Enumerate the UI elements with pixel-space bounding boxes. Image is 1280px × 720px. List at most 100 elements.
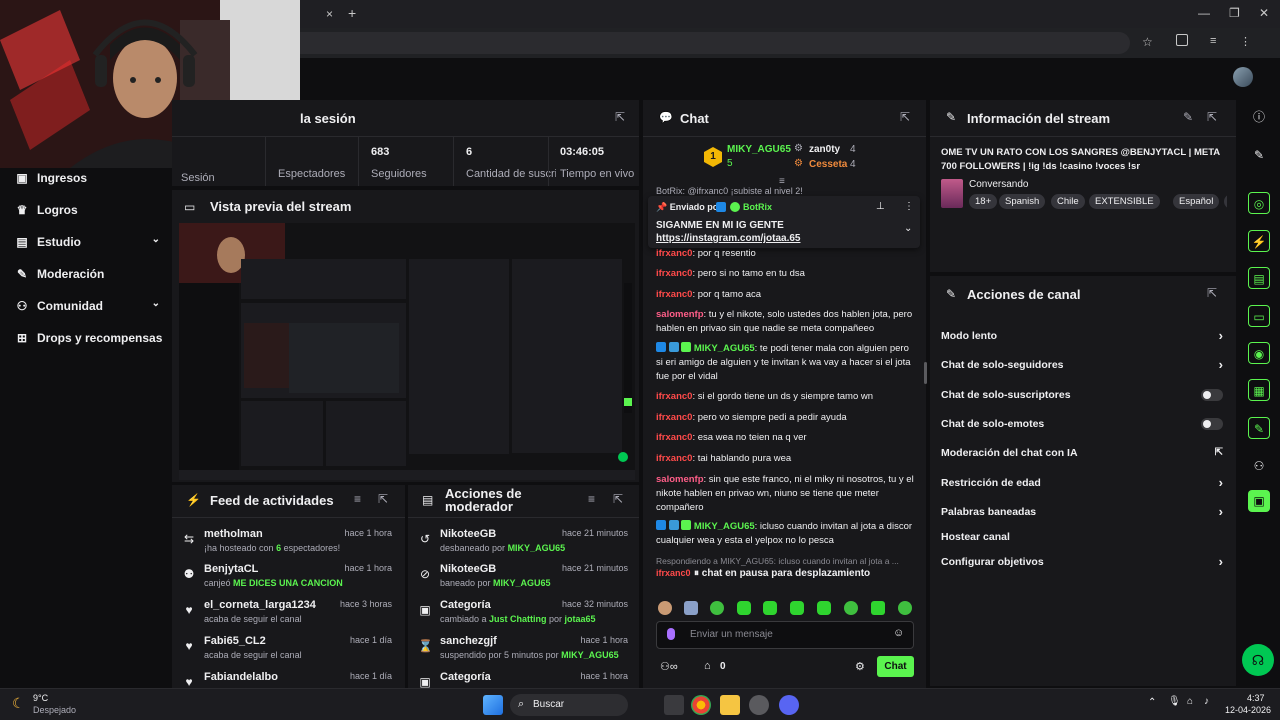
- new-tab-button[interactable]: +: [348, 5, 356, 21]
- taskbar-search[interactable]: ⌕ Buscar: [510, 694, 628, 716]
- emote-icon[interactable]: [817, 601, 831, 615]
- emote-icon[interactable]: [710, 601, 724, 615]
- extensions-icon[interactable]: [1176, 34, 1188, 46]
- sidebar-item-ingresos[interactable]: ▣ Ingresos: [14, 168, 87, 188]
- popout-icon[interactable]: ⇱: [1207, 286, 1217, 300]
- action-emote-only[interactable]: Chat de solo-emotes: [941, 415, 1223, 435]
- popout-icon[interactable]: ⇱: [613, 492, 623, 506]
- community-icon[interactable]: ⚇∞: [660, 660, 678, 673]
- windows-start-icon[interactable]: [483, 695, 503, 715]
- tray-chevron-up-icon[interactable]: ⌃: [1148, 697, 1156, 708]
- avatar[interactable]: [1233, 67, 1253, 87]
- unpin-icon[interactable]: ⊥: [876, 201, 885, 212]
- popout-icon[interactable]: ⇱: [615, 110, 625, 124]
- action-host-channel[interactable]: Hostear canal: [941, 528, 1223, 548]
- mod-action-row[interactable]: ▣ Categoría cambiado a Just Chatting por…: [408, 599, 638, 635]
- filter-icon[interactable]: ≡: [588, 492, 595, 506]
- emote-icon[interactable]: [737, 601, 751, 615]
- support-headset-icon[interactable]: ☊: [1242, 644, 1274, 676]
- bookmark-star-icon[interactable]: ☆: [1142, 35, 1153, 49]
- feed-row[interactable]: ⇆ metholman ¡ha hosteado con 6 espectado…: [172, 528, 402, 564]
- store-icon[interactable]: ⌂: [704, 660, 711, 672]
- action-goals[interactable]: Configurar objetivos ›: [941, 553, 1223, 573]
- chat-input[interactable]: Enviar un mensaje ☺: [656, 621, 914, 649]
- sidebar-item-moderacion[interactable]: ✎ Moderación: [14, 264, 104, 284]
- action-banned-words[interactable]: Palabras baneadas ›: [941, 503, 1223, 523]
- minimize-button[interactable]: —: [1198, 6, 1210, 20]
- community-icon[interactable]: ⚇: [1248, 455, 1270, 477]
- pinned-message[interactable]: 📌 Enviado por BotRix ⊥ ⋮ SIGANME EN MI I…: [648, 196, 920, 248]
- stream-preview-video[interactable]: [179, 223, 635, 480]
- clock-date[interactable]: 12-04-2026: [1225, 705, 1271, 715]
- lightning-icon[interactable]: ⚡: [1248, 230, 1270, 252]
- document-icon[interactable]: ▤: [1248, 267, 1270, 289]
- close-window-button[interactable]: ✕: [1259, 6, 1269, 20]
- mod-action-row[interactable]: ⌛ sanchezgjf suspendido por 5 minutos po…: [408, 635, 638, 671]
- tab-close-button[interactable]: ×: [326, 7, 333, 21]
- file-explorer-icon[interactable]: [720, 695, 740, 715]
- emote-icon[interactable]: [844, 601, 858, 615]
- sidebar-item-comunidad[interactable]: ⚇ Comunidad ⌄: [14, 296, 160, 316]
- discord-icon[interactable]: [779, 695, 799, 715]
- layout-icon[interactable]: ▦: [1248, 379, 1270, 401]
- emote-only-toggle[interactable]: [1201, 418, 1223, 430]
- emote-icon[interactable]: [790, 601, 804, 615]
- pinned-link[interactable]: https://instagram.com/jotaa.65: [656, 233, 800, 244]
- feed-row[interactable]: ♥ el_corneta_larga1234 acaba de seguir e…: [172, 599, 402, 635]
- action-followers-only[interactable]: Chat de solo-seguidores ›: [941, 356, 1223, 376]
- edit-pencil-icon[interactable]: ✎: [1183, 110, 1193, 124]
- subscribers-only-toggle[interactable]: [1201, 389, 1223, 401]
- action-slow-mode[interactable]: Modo lento ›: [941, 327, 1223, 347]
- maximize-button[interactable]: ❐: [1229, 6, 1240, 20]
- profile-menu-icon[interactable]: ⋮: [1240, 35, 1251, 48]
- action-ai-moderation[interactable]: Moderación del chat con IA ⇱: [941, 444, 1223, 464]
- filter-icon[interactable]: ≡: [354, 492, 361, 506]
- emoji-icon[interactable]: ☺: [893, 627, 904, 639]
- clip-icon[interactable]: ◎: [1248, 192, 1270, 214]
- emote-icon[interactable]: [871, 601, 885, 615]
- feed-row[interactable]: ⚉ BenjytaCL canjeó ME DICES UNA CANCION …: [172, 563, 402, 599]
- chat-paused-banner[interactable]: ⏸ chat en pausa para desplazamiento: [694, 566, 894, 582]
- microphone-icon[interactable]: 🎙: [1168, 696, 1181, 707]
- sidebar-item-estudio[interactable]: ▤ Estudio ⌄: [14, 232, 160, 252]
- obs-icon[interactable]: [749, 695, 769, 715]
- info-icon[interactable]: ⓘ: [1248, 106, 1270, 128]
- microphone-icon[interactable]: [667, 628, 675, 640]
- more-options-icon[interactable]: ⋮: [904, 201, 914, 212]
- sidebar-item-drops[interactable]: ⊞ Drops y recompensas: [14, 328, 162, 348]
- popout-icon[interactable]: ⇱: [378, 492, 388, 506]
- chat-send-button[interactable]: Chat: [877, 656, 914, 677]
- network-icon[interactable]: ⌂: [1187, 696, 1193, 707]
- action-subscribers-only[interactable]: Chat de solo-suscriptores: [941, 386, 1223, 406]
- task-view-icon[interactable]: [664, 695, 684, 715]
- leader-user[interactable]: zan0ty: [809, 144, 840, 155]
- edit-pencil-icon[interactable]: ✎: [1248, 144, 1270, 166]
- mod-action-row[interactable]: ⊘ NikoteeGB baneado por MIKY_AGU65 hace …: [408, 563, 638, 599]
- feed-row[interactable]: ♥ Fabiandelalbo hace 1 día: [172, 671, 402, 688]
- emote-icon[interactable]: [684, 601, 698, 615]
- leader-user[interactable]: Cesseta: [809, 159, 847, 170]
- media-icon[interactable]: ≡: [1210, 35, 1216, 47]
- emote-icon[interactable]: [658, 601, 672, 615]
- sidebar-item-logros[interactable]: ♛ Logros: [14, 200, 78, 220]
- wrench-icon[interactable]: ✎: [1248, 417, 1270, 439]
- settings-gear-icon[interactable]: ⚙: [855, 660, 865, 673]
- mod-action-row[interactable]: ↺ NikoteeGB desbaneado por MIKY_AGU65 ha…: [408, 528, 638, 564]
- url-field[interactable]: [160, 32, 1130, 54]
- emote-icon[interactable]: [898, 601, 912, 615]
- popout-icon[interactable]: ⇱: [1207, 110, 1217, 124]
- clock-time[interactable]: 4:37: [1247, 693, 1265, 703]
- action-age-restriction[interactable]: Restricción de edad ›: [941, 474, 1223, 494]
- emote-icon[interactable]: [763, 601, 777, 615]
- chat-scrollbar[interactable]: [924, 362, 927, 384]
- broadcast-icon[interactable]: ◉: [1248, 342, 1270, 364]
- chevron-down-icon[interactable]: ⌄: [904, 223, 912, 234]
- chrome-icon[interactable]: [691, 695, 711, 715]
- volume-icon[interactable]: ♪: [1204, 696, 1209, 707]
- extension-icon[interactable]: ▣: [1248, 490, 1270, 512]
- popout-icon[interactable]: ⇱: [900, 110, 910, 124]
- mod-action-row[interactable]: ▣ Categoría hace 1 hora: [408, 671, 638, 688]
- leader-user[interactable]: MIKY_AGU65: [727, 144, 791, 155]
- chat-bubble-icon[interactable]: ▭: [1248, 305, 1270, 327]
- feed-row[interactable]: ♥ Fabi65_CL2 acaba de seguir el canal ha…: [172, 635, 402, 671]
